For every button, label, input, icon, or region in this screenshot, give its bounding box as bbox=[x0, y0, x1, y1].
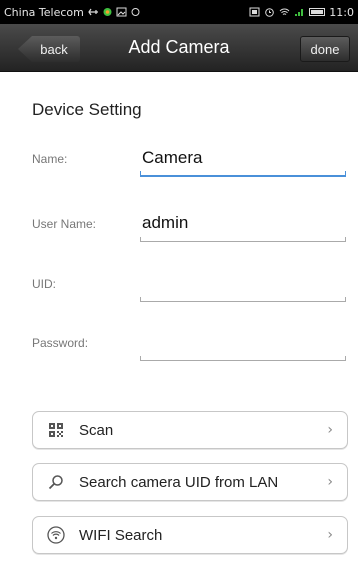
user-name-label: User Name: bbox=[32, 217, 97, 231]
clock: 11:0 bbox=[329, 5, 354, 19]
usb-icon bbox=[88, 8, 98, 16]
chevron-right-icon: › bbox=[327, 527, 333, 543]
name-input[interactable] bbox=[140, 140, 348, 176]
scan-label: Scan bbox=[79, 421, 114, 439]
system-tray: 11:0 bbox=[249, 6, 354, 19]
uid-field: UID: bbox=[32, 265, 348, 305]
uid-underline bbox=[140, 297, 346, 302]
chevron-right-icon: › bbox=[327, 474, 333, 490]
password-underline bbox=[140, 356, 346, 361]
battery-icon bbox=[309, 8, 326, 16]
done-button[interactable]: done bbox=[300, 36, 350, 62]
search-icon bbox=[47, 473, 65, 491]
password-label: Password: bbox=[32, 336, 89, 350]
sync-icon bbox=[131, 8, 140, 16]
password-input[interactable] bbox=[140, 324, 348, 360]
cell-signal-icon bbox=[295, 9, 304, 16]
image-icon bbox=[116, 7, 127, 17]
name-underline bbox=[140, 171, 346, 177]
name-field: Name: bbox=[32, 140, 348, 180]
user-name-underline bbox=[140, 237, 346, 242]
section-title: Device Setting bbox=[32, 100, 142, 119]
scan-button[interactable]: Scan › bbox=[32, 411, 348, 449]
app-notification-icon bbox=[103, 8, 112, 16]
alarm-icon bbox=[265, 8, 275, 17]
name-label: Name: bbox=[32, 152, 68, 166]
search-lan-label: Search camera UID from LAN bbox=[79, 473, 279, 491]
user-name-field: User Name: bbox=[32, 205, 348, 245]
uid-input[interactable] bbox=[140, 265, 348, 301]
wifi-search-button[interactable]: WIFI Search › bbox=[32, 516, 348, 554]
user-name-input[interactable] bbox=[140, 205, 348, 241]
navigation-bar: back Add Camera done bbox=[0, 24, 358, 72]
wifi-signal-icon bbox=[279, 8, 290, 15]
uid-label: UID: bbox=[32, 277, 56, 291]
password-field: Password: bbox=[32, 324, 348, 364]
notification-icons bbox=[88, 7, 141, 17]
status-bar: China Telecom 11:0 bbox=[0, 0, 358, 24]
chevron-right-icon: › bbox=[327, 422, 333, 438]
wifi-search-label: WIFI Search bbox=[79, 526, 163, 544]
qr-code-icon bbox=[47, 421, 65, 439]
carrier-label: China Telecom bbox=[4, 5, 84, 19]
search-lan-button[interactable]: Search camera UID from LAN › bbox=[32, 463, 348, 501]
wifi-icon bbox=[47, 526, 65, 544]
nfc-icon bbox=[249, 7, 260, 17]
